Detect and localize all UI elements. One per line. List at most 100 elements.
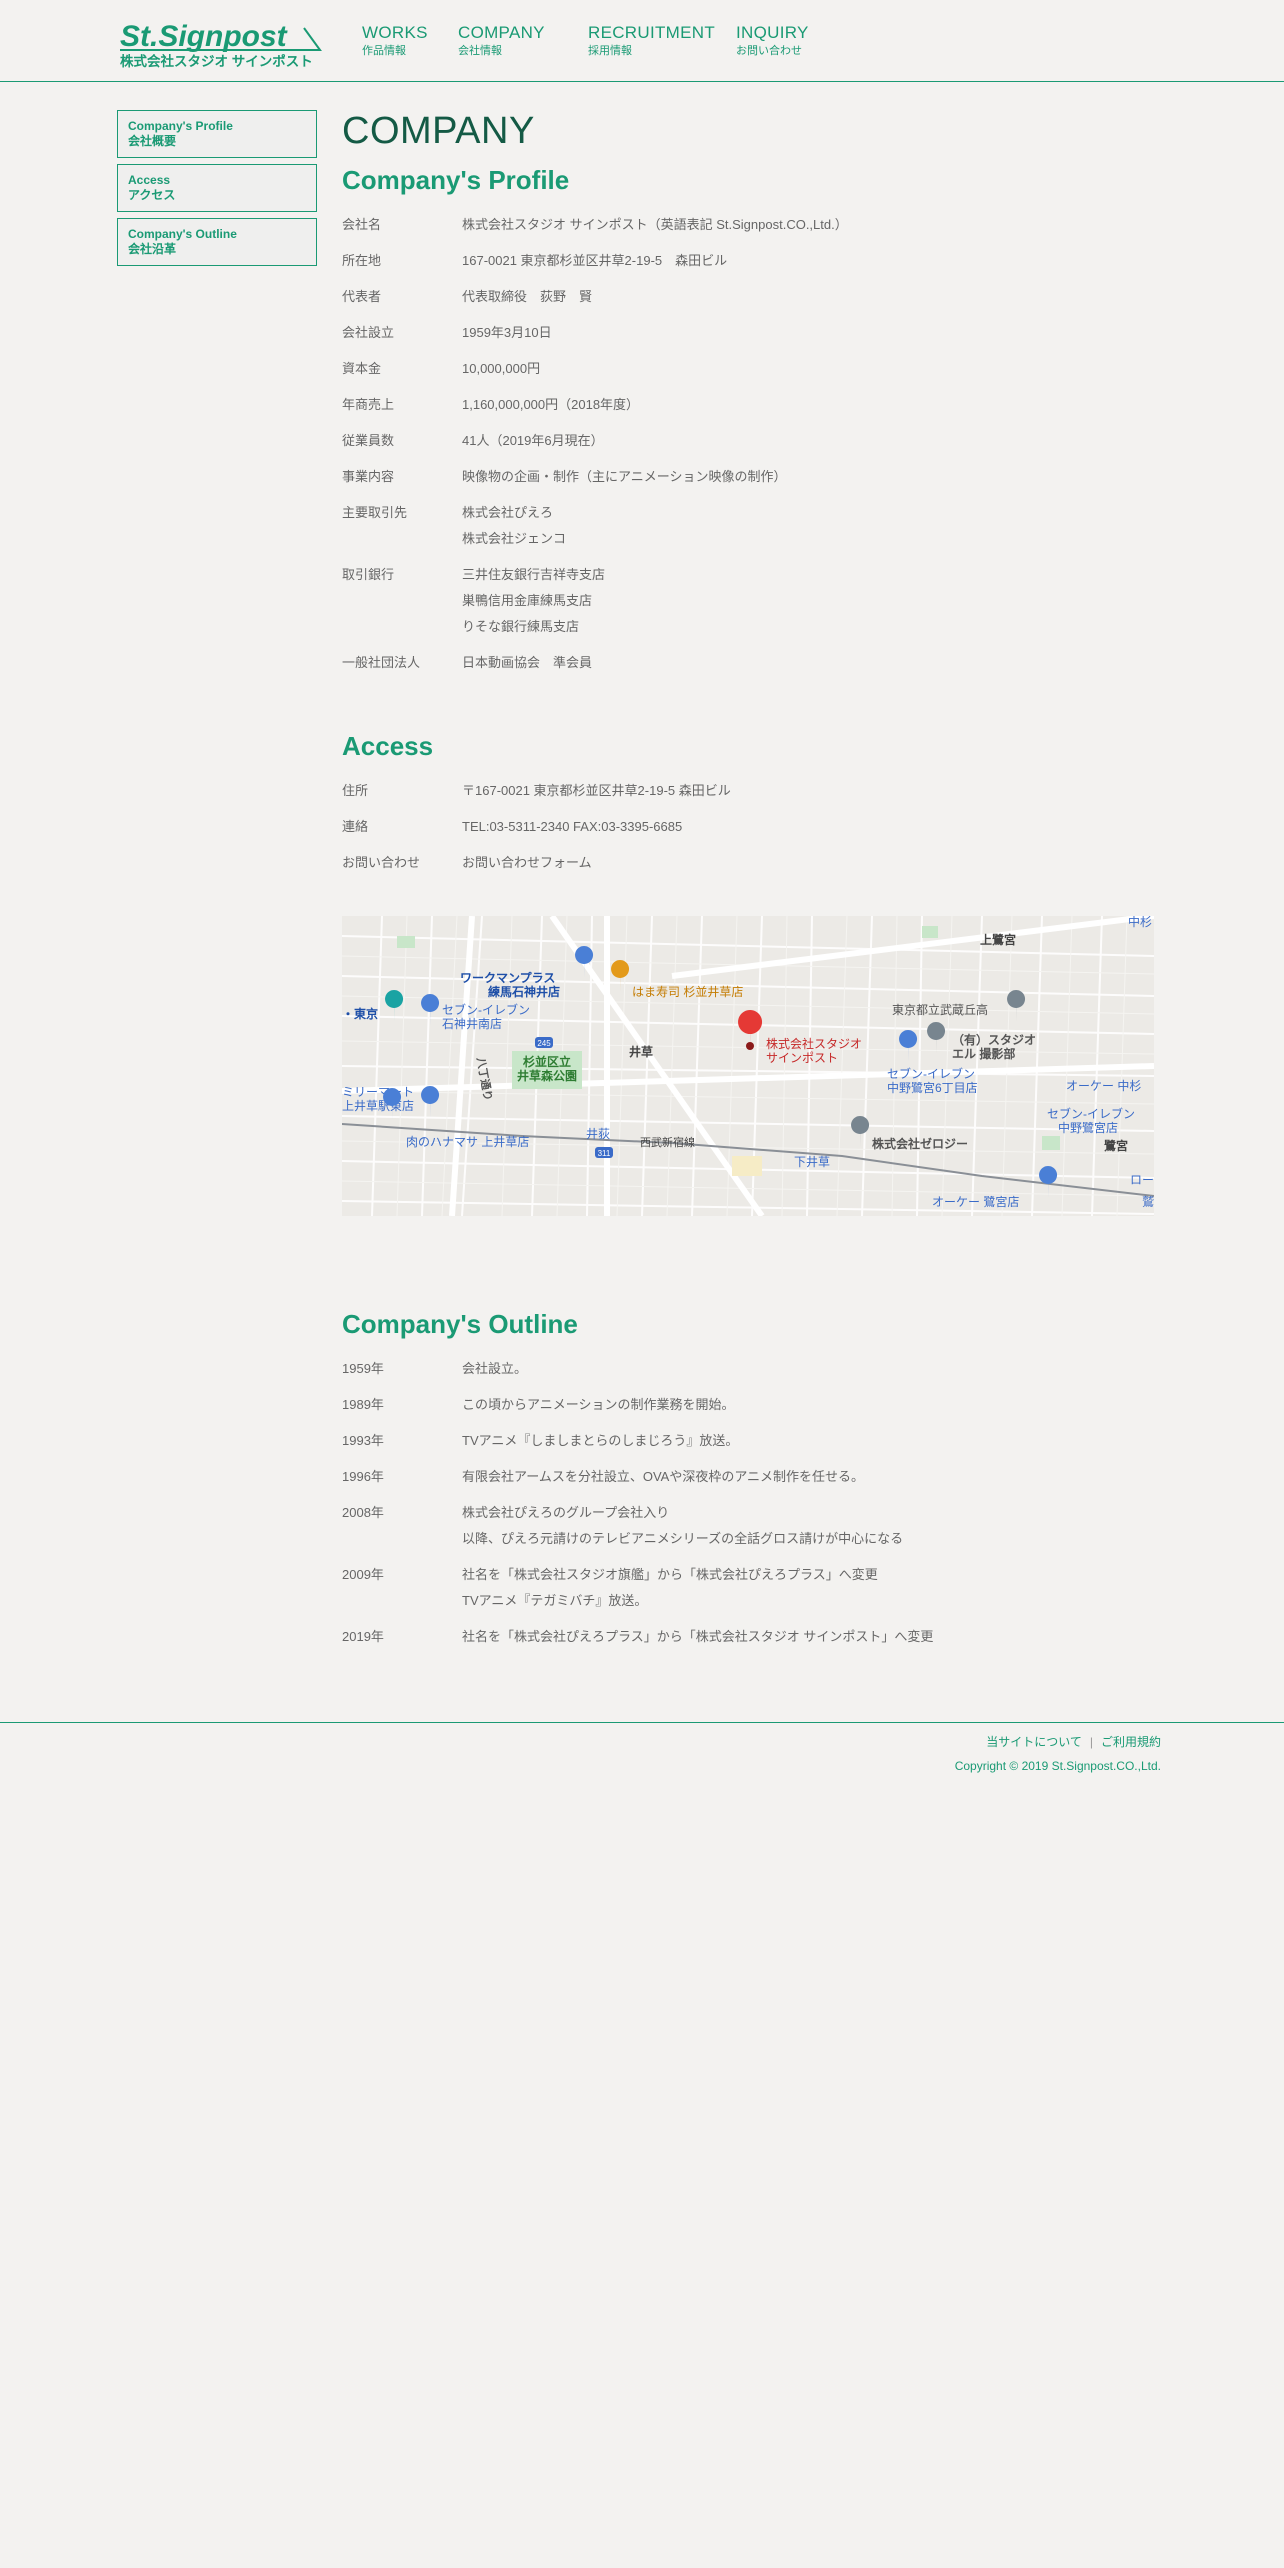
access-map[interactable]: 245 311 上鷺宮 ワークマンプラス 練馬石神井店 はま寿司 杉並井草店 ・… <box>342 916 1154 1216</box>
row-value: 1959年3月10日 <box>462 325 552 340</box>
row-value: 株式会社ぴえろのグループ会社入り <box>462 1505 670 1520</box>
row-label: 所在地 <box>342 253 382 268</box>
row-value: 167-0021 東京都杉並区井草2-19-5 森田ビル <box>462 253 728 268</box>
row-value: 有限会社アームスを分社設立、OVAや深夜枠のアニメ制作を任せる。 <box>462 1469 865 1484</box>
outline-heading: Company's Outline <box>342 1309 578 1339</box>
row-value: 映像物の企画・制作（主にアニメーション映像の制作） <box>462 469 787 484</box>
nav-works[interactable]: WORKS 作品情報 <box>362 24 428 58</box>
logo-text-jp: 株式会社スタジオ サインポスト <box>120 53 313 69</box>
map-label: 中野鷺宮6丁目店 <box>887 1080 978 1095</box>
about-site-link[interactable]: 当サイトについて <box>986 1735 1082 1749</box>
map-label: セブン-イレブン <box>442 1002 530 1017</box>
map-label: 鷲 <box>1142 1195 1154 1209</box>
row-value: 41人（2019年6月現在） <box>462 433 604 448</box>
map-label: セブン-イレブン <box>887 1066 975 1081</box>
footer-links: 当サイトについて | ご利用規約 <box>986 1733 1161 1750</box>
map-label: 株式会社ゼロジー <box>872 1136 968 1151</box>
map-graphic: 245 311 上鷺宮 ワークマンプラス 練馬石神井店 はま寿司 杉並井草店 ・… <box>342 916 1154 1216</box>
map-label: 井草森公園 <box>517 1068 577 1083</box>
map-label: ・東京 <box>342 1006 378 1021</box>
row-value: TVアニメ『しましまとらのしまじろう』放送。 <box>462 1433 739 1448</box>
row-label: 1959年 <box>342 1361 384 1376</box>
footer-separator: | <box>1089 1735 1093 1749</box>
nav-recruitment-sublabel: 採用情報 <box>588 45 632 57</box>
nav-recruitment[interactable]: RECRUITMENT 採用情報 <box>588 24 715 58</box>
sidebar-item-outline[interactable]: Company's Outline 会社沿革 <box>117 218 317 266</box>
row-label: 年商売上 <box>342 397 395 412</box>
row-value: 株式会社ジェンコ <box>462 531 567 546</box>
sidebar-item-sublabel: アクセス <box>128 188 176 202</box>
row-label: 2008年 <box>342 1505 384 1520</box>
terms-link[interactable]: ご利用規約 <box>1101 1735 1161 1749</box>
row-value: TVアニメ『テガミバチ』放送。 <box>462 1593 648 1608</box>
row-label: 従業員数 <box>342 433 395 448</box>
nav-company-label: COMPANY <box>458 23 545 42</box>
site-header: St.Signpost 株式会社スタジオ サインポスト WORKS 作品情報 C… <box>0 0 1284 82</box>
map-label: 上鷺宮 <box>980 932 1016 947</box>
nav-inquiry-sublabel: お問い合わせ <box>736 45 802 57</box>
row-label: 住所 <box>342 783 369 798</box>
sidebar: Company's Profile 会社概要 Access アクセス Compa… <box>117 110 317 272</box>
inquiry-form-link[interactable]: お問い合わせフォーム <box>462 855 592 870</box>
row-value: 会社設立。 <box>462 1361 528 1376</box>
row-value: 巣鴨信用金庫練馬支店 <box>462 593 593 608</box>
sidebar-item-sublabel: 会社概要 <box>128 134 177 148</box>
row-value: 1,160,000,000円（2018年度） <box>462 397 640 412</box>
row-value: 株式会社ぴえろ <box>462 505 554 520</box>
row-label: 2009年 <box>342 1567 384 1582</box>
row-value: 以降、ぴえろ元請けのテレビアニメシリーズの全話グロス請けが中心になる <box>462 1531 904 1546</box>
access-heading: Access <box>342 731 434 761</box>
row-label: 一般社団法人 <box>342 655 421 670</box>
sidebar-item-label: Access <box>128 173 171 187</box>
copyright: Copyright © 2019 St.Signpost.CO.,Ltd. <box>954 1759 1161 1773</box>
map-label: 杉並区立 <box>523 1054 571 1069</box>
logo-graphic: St.Signpost 株式会社スタジオ サインポスト <box>120 20 322 69</box>
nav-inquiry-label: INQUIRY <box>736 23 809 42</box>
map-label: 東京都立武蔵丘高 <box>892 1002 988 1017</box>
logo-text-en: St.Signpost <box>120 20 289 53</box>
nav-works-label: WORKS <box>362 23 428 42</box>
map-label: ロー <box>1130 1173 1154 1187</box>
row-value: 社名を「株式会社ぴえろプラス」から「株式会社スタジオ サインポスト」へ変更 <box>462 1629 934 1644</box>
row-value: 10,000,000円 <box>462 361 541 376</box>
map-label: オーケー 中杉 <box>1066 1078 1141 1093</box>
sidebar-item-label: Company's Profile <box>128 119 233 133</box>
row-value: 代表取締役 荻野 賢 <box>462 289 593 304</box>
map-label: セブン-イレブン <box>1047 1106 1135 1121</box>
map-label: 石神井南店 <box>442 1016 502 1031</box>
nav-works-sublabel: 作品情報 <box>362 45 406 57</box>
row-label: 1996年 <box>342 1469 384 1484</box>
row-label: 2019年 <box>342 1629 384 1644</box>
sidebar-item-access[interactable]: Access アクセス <box>117 164 317 212</box>
map-label: 中杉 <box>1128 916 1152 929</box>
map-label: はま寿司 杉並井草店 <box>632 985 743 999</box>
map-label: ワークマンプラス <box>460 970 555 985</box>
map-label: 鷺宮 <box>1104 1138 1128 1153</box>
row-value: 日本動画協会 準会員 <box>462 655 593 670</box>
map-label: 株式会社スタジオ <box>766 1036 862 1051</box>
page-title: COMPANY <box>342 110 535 152</box>
row-value: この頃からアニメーションの制作業務を開始。 <box>462 1397 735 1412</box>
map-label: 中野鷺宮店 <box>1058 1120 1118 1135</box>
row-label: 1993年 <box>342 1433 384 1448</box>
row-value: 株式会社スタジオ サインポスト（英語表記 St.Signpost.CO.,Ltd… <box>462 217 848 232</box>
site-logo[interactable]: St.Signpost 株式会社スタジオ サインポスト <box>118 20 324 72</box>
map-label: 練馬石神井店 <box>488 984 560 999</box>
map-label: （有）スタジオ <box>952 1032 1036 1047</box>
row-label: お問い合わせ <box>342 855 421 870</box>
sidebar-item-profile[interactable]: Company's Profile 会社概要 <box>117 110 317 158</box>
nav-company-sublabel: 会社情報 <box>458 45 502 57</box>
sidebar-item-sublabel: 会社沿革 <box>128 242 177 256</box>
row-label: 会社設立 <box>342 325 395 340</box>
row-label: 連絡 <box>342 819 369 834</box>
nav-inquiry[interactable]: INQUIRY お問い合わせ <box>736 24 809 58</box>
map-label: 上井草駅東店 <box>342 1099 414 1113</box>
row-label: 事業内容 <box>342 469 395 484</box>
route-311-label: 311 <box>598 1149 611 1158</box>
row-label: 資本金 <box>342 361 382 376</box>
map-label: エル 撮影部 <box>952 1046 1015 1061</box>
map-label: 肉のハナマサ 上井草店 <box>406 1135 529 1149</box>
row-label: 1989年 <box>342 1397 384 1412</box>
nav-company[interactable]: COMPANY 会社情報 <box>458 24 545 58</box>
row-value: りそな銀行練馬支店 <box>462 619 580 634</box>
